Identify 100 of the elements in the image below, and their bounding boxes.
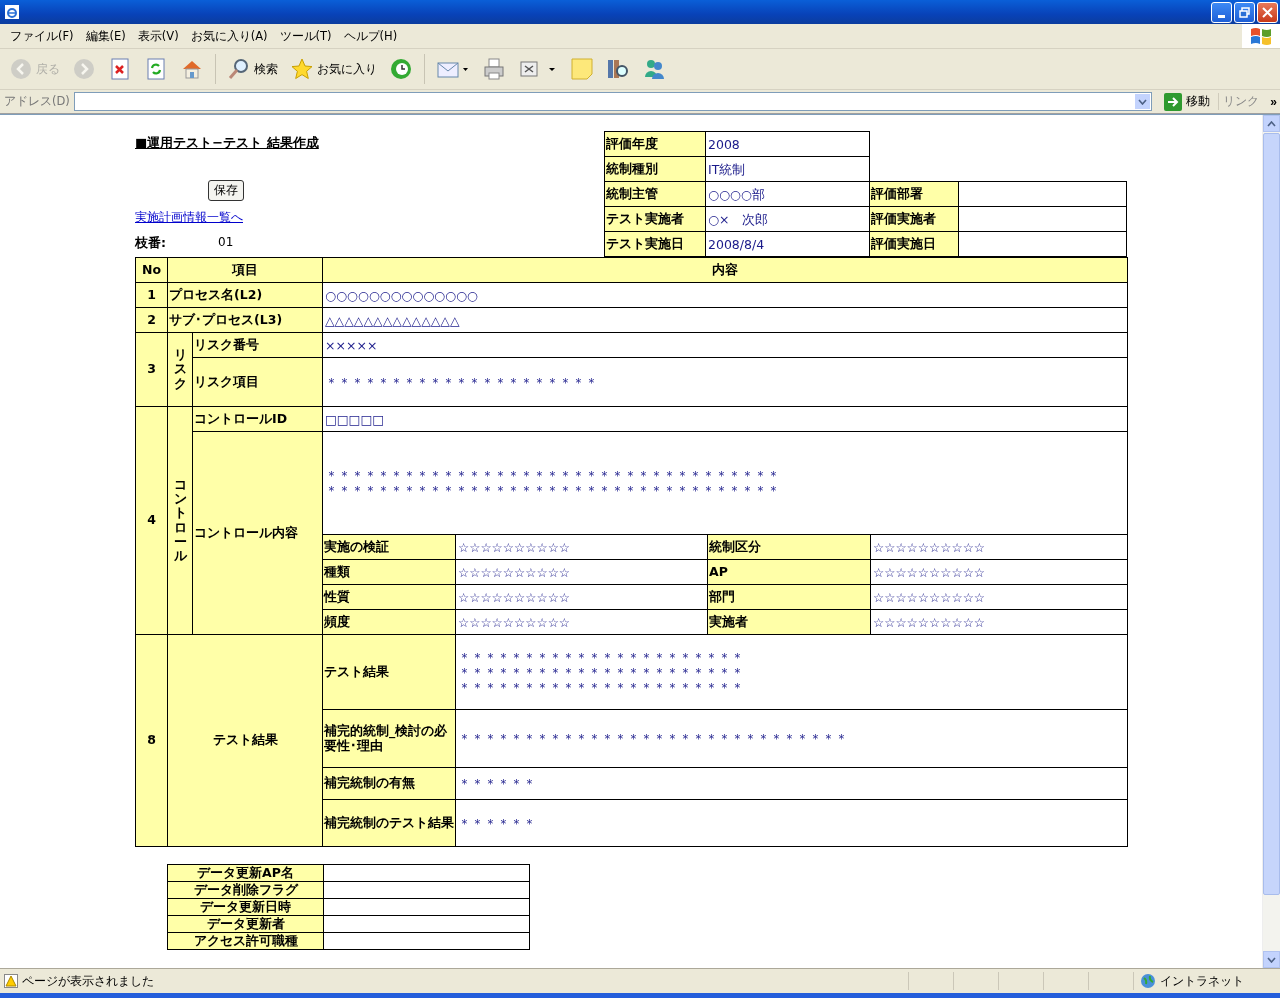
info-label: 評価実施者 [869,206,959,232]
value-cell: ☆☆☆☆☆☆☆☆☆☆ [870,534,1128,560]
info-label: 統制主管 [604,181,706,207]
row-label: コントロールID [192,406,323,432]
status-message: ページが表示されました [22,973,154,989]
go-button[interactable]: 移動 [1160,92,1215,111]
row-label: 補完統制の有無 [322,767,456,800]
value-cell: 2008/8/4 [705,231,870,257]
value-cell: △△△△△△△△△△△△△△ [322,307,1128,333]
plan-list-link[interactable]: 実施計画情報一覧へ [135,209,243,226]
value-cell: 2008 [705,131,870,157]
row-label: コントロール内容 [192,431,323,635]
value-cell: ＊＊＊＊＊＊＊＊＊＊＊＊＊＊＊＊＊＊＊＊＊＊＊＊＊＊＊＊＊＊ [455,709,1128,768]
value-cell: ○× 次郎 [705,206,870,232]
branch-label: 枝番: [135,235,167,252]
browser-logo-icon [4,4,20,20]
star-icon [290,57,314,81]
row-label: 補完統制のテスト結果 [322,799,456,847]
row-number: 2 [135,307,168,333]
stop-icon [108,57,132,81]
value-cell: ☆☆☆☆☆☆☆☆☆☆ [455,559,708,585]
info-label: 統制種別 [604,156,706,182]
group-label: テスト結果 [167,634,323,847]
value-cell: ＊＊＊＊＊＊ [455,767,1128,800]
scroll-up-icon [1267,120,1276,127]
page-title: ■運用テスト−テスト 結果作成 [135,134,319,152]
info-label: テスト実施日 [604,231,706,257]
refresh-icon [144,57,168,81]
attribute-label: 実施者 [707,609,871,635]
security-zone: イントラネット [1160,973,1244,989]
value-cell: ××××× [322,332,1128,358]
windows-logo-icon [1242,24,1280,48]
value-cell: ＊＊＊＊＊＊＊＊＊＊＊＊＊＊＊＊＊＊＊＊＊＊＊＊＊＊＊＊＊＊＊＊＊＊＊ ＊＊＊＊＊＊＊＊＊＊＊＊＊＊＊＊＊＊＊＊＊＊＊＊＊＊＊＊＊＊＊＊＊＊＊ [322,431,1128,535]
minimize-button[interactable] [1211,1,1232,23]
branch-value: 01 [218,235,234,251]
info-label: 評価年度 [604,131,706,157]
menu-item[interactable]: お気に入り(A) [184,28,274,44]
attribute-label: 頻度 [322,609,456,635]
value-cell: IT統制 [705,156,870,182]
value-cell: ☆☆☆☆☆☆☆☆☆☆ [870,609,1128,635]
globe-icon [1140,973,1156,989]
attribute-label: 部門 [707,584,871,610]
menu-item[interactable]: ヘルプ(H) [337,28,404,44]
value-cell: ☆☆☆☆☆☆☆☆☆☆ [455,609,708,635]
value-cell: ☆☆☆☆☆☆☆☆☆☆ [455,534,708,560]
scroll-down-icon [1267,956,1276,963]
row-label: プロセス名(L2) [167,282,323,308]
column-header: No [135,257,168,283]
dropdown-button[interactable] [1135,94,1151,109]
save-button[interactable]: 保存 [208,180,244,201]
column-header: 内容 [322,257,1128,283]
info-label: 評価部署 [869,181,959,207]
menu-item[interactable]: 表示(V) [131,28,185,44]
value-cell: ＊＊＊＊＊＊ [455,799,1128,847]
people-icon [642,57,666,81]
value-cell: ☆☆☆☆☆☆☆☆☆☆ [870,559,1128,585]
toolbar-button[interactable]: 検索 [224,55,281,83]
attribute-label: 性質 [322,584,456,610]
info-label: テスト実施者 [604,206,706,232]
row-label: サブ･プロセス(L3) [167,307,323,333]
attribute-label: 種類 [322,559,456,585]
chevron-down-icon [1138,98,1148,105]
attribute-label: 統制区分 [707,534,871,560]
value-cell: ○○○○部 [705,181,870,207]
row-label: テスト結果 [322,634,456,710]
row-number: 4 [135,406,168,635]
row-label: リスク番号 [192,332,323,358]
vertical-scrollbar[interactable] [1262,115,1280,968]
more-button[interactable]: » [1267,94,1280,109]
attribute-label: 実施の検証 [322,534,456,560]
address-field[interactable] [73,92,1153,111]
search-icon [227,57,251,81]
printer-icon [482,57,506,81]
restore-button[interactable] [1234,1,1255,23]
value-cell: ☆☆☆☆☆☆☆☆☆☆ [455,584,708,610]
row-label: 補完的統制_検討の必要性･理由 [322,709,456,768]
toolbar-button[interactable]: お気に入り [287,55,380,83]
minimize-icon [1218,14,1225,18]
value-cell: ＊＊＊＊＊＊＊＊＊＊＊＊＊＊＊＊＊＊＊＊＊ [322,357,1128,407]
close-button[interactable] [1257,1,1278,23]
warning-icon [4,974,18,988]
history-icon [389,57,413,81]
address-label: アドレス(D) [4,94,70,109]
menu-item[interactable]: ファイル(F) [4,28,80,44]
value-cell: ☆☆☆☆☆☆☆☆☆☆ [870,584,1128,610]
row-label: リスク項目 [192,357,323,407]
close-icon [1262,6,1273,18]
value-cell: ＊＊＊＊＊＊＊＊＊＊＊＊＊＊＊＊＊＊＊＊＊＊ ＊＊＊＊＊＊＊＊＊＊＊＊＊＊＊＊＊＊＊＊＊＊ ＊＊＊＊＊＊＊＊＊＊＊＊＊＊＊＊＊＊＊＊＊＊ [455,634,1128,710]
row-number: 8 [135,634,168,847]
menu-item[interactable]: 編集(E) [79,28,132,44]
value-cell: ○○○○○○○○○○○○○○ [322,282,1128,308]
row-number: 3 [135,332,168,407]
books-icon [606,57,630,81]
audit-label: データ更新AP名 [167,864,324,882]
column-header: 項目 [167,257,323,283]
group-label: コントロール [167,406,193,635]
menu-item[interactable]: ツール(T) [273,28,338,44]
note-icon [570,57,594,81]
row-number: 1 [135,282,168,308]
value-cell: □□□□□ [322,406,1128,432]
